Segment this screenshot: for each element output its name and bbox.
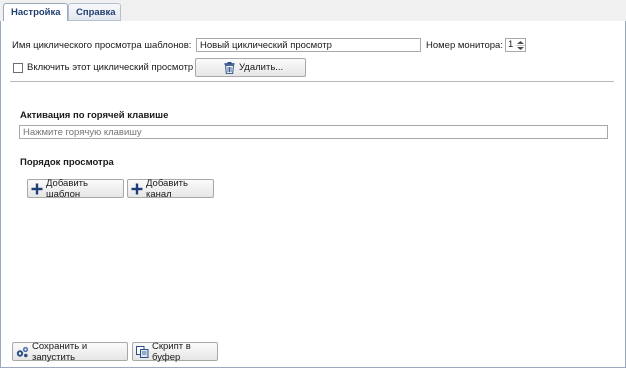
divider — [10, 81, 614, 82]
cycle-name-label: Имя циклического просмотра шаблонов: — [12, 40, 192, 51]
add-template-label: Добавить шаблон — [46, 177, 88, 200]
plus-icon — [131, 183, 143, 195]
gears-icon — [16, 346, 29, 358]
monitor-number-value: 1 — [508, 39, 514, 50]
save-and-run-button[interactable]: Сохранить и запустить — [12, 340, 128, 363]
enable-cycle-label: Включить этот циклический просмотр — [27, 62, 194, 73]
copy-icon — [136, 346, 149, 358]
add-template-button[interactable]: Добавить шаблон — [27, 177, 124, 200]
tab-help[interactable]: Справка — [68, 3, 121, 21]
monitor-number-spinner[interactable]: 1 — [505, 38, 526, 52]
add-channel-label: Добавить канал — [146, 177, 188, 200]
view-order-title: Порядок просмотра — [20, 157, 114, 168]
cycle-name-input[interactable] — [196, 38, 421, 52]
spinner-arrows-icon[interactable] — [516, 40, 525, 51]
tab-strip: Настройка Справка — [0, 0, 626, 22]
settings-panel: Имя циклического просмотра шаблонов: Ном… — [0, 21, 626, 368]
script-to-clipboard-label: Скрипт в буфер — [152, 340, 191, 363]
save-and-run-label: Сохранить и запустить — [32, 340, 88, 363]
delete-button-label: Удалить... — [239, 62, 284, 73]
delete-button[interactable]: Удалить... — [195, 58, 306, 77]
tab-settings[interactable]: Настройка — [3, 3, 68, 22]
monitor-number-label: Номер монитора: — [426, 40, 503, 51]
plus-icon — [31, 183, 43, 195]
script-to-clipboard-button[interactable]: Скрипт в буфер — [132, 340, 218, 363]
enable-cycle-checkbox[interactable] — [13, 63, 23, 73]
hotkey-input[interactable] — [19, 125, 608, 139]
add-channel-button[interactable]: Добавить канал — [127, 177, 214, 200]
trash-icon — [224, 62, 235, 74]
hotkey-section-title: Активация по горячей клавише — [20, 110, 169, 121]
